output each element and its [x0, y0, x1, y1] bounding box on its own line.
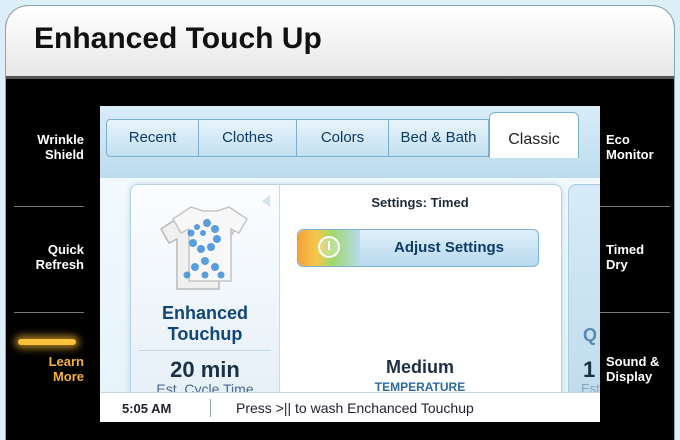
menu-sound-display[interactable]: Sound & Display: [596, 354, 674, 384]
status-bar: 5:05 AM Press >|| to wash Enchanced Touc…: [100, 392, 600, 422]
tabs-row: Recent Clothes Colors Bed & Bath Classic: [100, 106, 600, 178]
menu-wrinkle-shield-line2: Shield: [44, 147, 84, 162]
menu-timed-dry[interactable]: Timed Dry: [596, 242, 674, 272]
adjust-icon-area: [298, 230, 360, 266]
adjust-settings-label: Adjust Settings: [393, 239, 504, 256]
menu-wrinkle-shield[interactable]: Wrinkle Shield: [6, 132, 98, 162]
menu-sound-display-line1: Sound &: [606, 354, 660, 369]
next-cycle-letter: Q: [583, 325, 598, 345]
menu-learn-more-line2: More: [52, 369, 84, 384]
menu-eco-monitor-line1: Eco: [606, 132, 630, 147]
cycle-panel: Enhanced Touchup 20 min Est. Cycle Time …: [130, 184, 562, 416]
cycle-name-line1: Enhanced: [161, 303, 249, 323]
tab-bar: Recent Clothes Colors Bed & Bath Classic: [106, 112, 579, 158]
tab-colors[interactable]: Colors: [297, 120, 389, 156]
divider: [14, 312, 84, 313]
selection-highlight: [18, 339, 76, 345]
tab-clothes[interactable]: Clothes: [199, 120, 297, 156]
tab-recent[interactable]: Recent: [107, 120, 199, 156]
menu-learn-more[interactable]: Learn More: [6, 354, 98, 384]
left-menu: Wrinkle Shield Quick Refresh Learn More: [6, 78, 98, 438]
menu-quick-refresh[interactable]: Quick Refresh: [6, 242, 98, 272]
menu-timed-dry-line2: Dry: [606, 257, 628, 272]
divider: [139, 350, 271, 351]
menu-eco-monitor-line2: Monitor: [606, 147, 654, 162]
menu-timed-dry-line1: Timed: [606, 242, 645, 257]
menu-eco-monitor[interactable]: Eco Monitor: [596, 132, 674, 162]
divider: [600, 312, 670, 313]
title-bar: Enhanced Touch Up: [6, 6, 674, 79]
appliance-display: Enhanced Touch Up Wrinkle Shield Quick R…: [6, 6, 674, 440]
menu-wrinkle-shield-line1: Wrinkle: [37, 132, 84, 147]
divider: [600, 206, 670, 207]
cycle-name: Enhanced Touchup: [131, 303, 279, 345]
temperature-value[interactable]: Medium: [279, 357, 561, 378]
shirt-icon: [160, 206, 248, 290]
next-cycle-card[interactable]: Q 1 Est: [568, 184, 600, 416]
menu-quick-refresh-line1: Quick: [47, 242, 84, 257]
divider: [14, 206, 84, 207]
settings-label: Settings: Timed: [371, 195, 469, 210]
tab-bed-bath[interactable]: Bed & Bath: [389, 120, 489, 156]
adjust-settings-button[interactable]: Adjust Settings: [297, 229, 539, 267]
status-message: Press >|| to wash Enchanced Touchup: [236, 400, 474, 416]
cycle-time: 20 min: [170, 357, 240, 382]
right-menu: Eco Monitor Timed Dry Sound & Display: [596, 78, 674, 438]
dial-icon: [318, 236, 340, 258]
page-title: Enhanced Touch Up: [34, 22, 322, 55]
menu-sound-display-line2: Display: [606, 369, 653, 384]
tab-classic[interactable]: Classic: [489, 112, 579, 158]
next-cycle-number: 1: [583, 357, 596, 382]
status-clock: 5:05 AM: [122, 401, 172, 416]
menu-learn-more-line1: Learn: [48, 354, 84, 369]
menu-quick-refresh-line2: Refresh: [35, 257, 84, 272]
divider: [210, 399, 211, 417]
main-screen: Recent Clothes Colors Bed & Bath Classic: [100, 106, 600, 422]
cycle-name-line2: Touchup: [167, 324, 243, 344]
cycle-card[interactable]: Enhanced Touchup 20 min Est. Cycle Time: [131, 185, 280, 415]
